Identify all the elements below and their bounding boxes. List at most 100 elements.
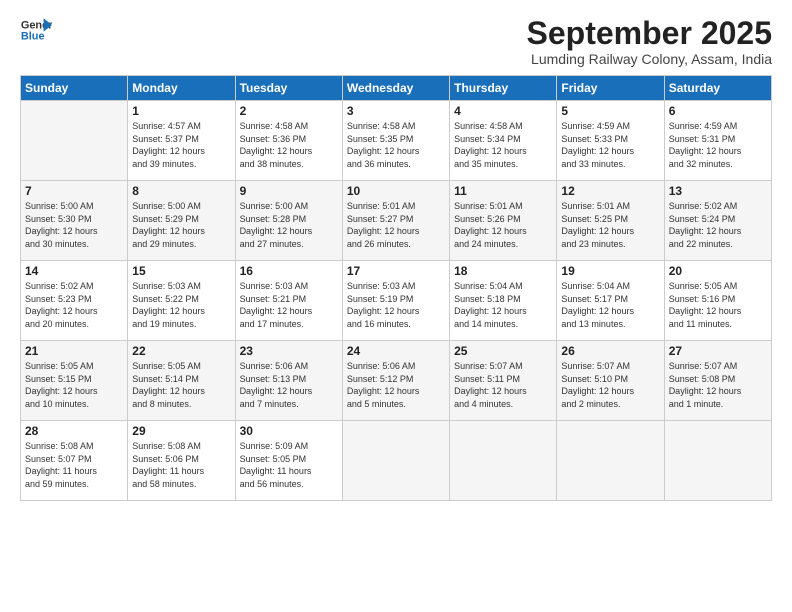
day-info: Sunrise: 5:07 AM Sunset: 5:08 PM Dayligh… [669, 360, 767, 410]
calendar-cell: 14 Sunrise: 5:02 AM Sunset: 5:23 PM Dayli… [21, 261, 128, 341]
day-info: Sunrise: 5:02 AM Sunset: 5:24 PM Dayligh… [669, 200, 767, 250]
calendar-week-row: 28Sunrise: 5:08 AM Sunset: 5:07 PM Dayli… [21, 421, 772, 501]
calendar-cell: 9Sunrise: 5:00 AM Sunset: 5:28 PM Daylig… [235, 181, 342, 261]
day-number: 11 [454, 184, 552, 198]
svg-text:Blue: Blue [21, 30, 45, 42]
month-title: September 2025 [527, 16, 772, 51]
day-info: Sunrise: 5:01 AM Sunset: 5:25 PM Dayligh… [561, 200, 659, 250]
calendar-cell: 15 Sunrise: 5:03 AM Sunset: 5:22 PM Dayli… [128, 261, 235, 341]
calendar-cell: 13 Sunrise: 5:02 AM Sunset: 5:24 PM Dayli… [664, 181, 771, 261]
day-info: Sunrise: 5:05 AM Sunset: 5:15 PM Dayligh… [25, 360, 123, 410]
day-number: 8 [132, 184, 230, 198]
day-number: 3 [347, 104, 445, 118]
day-number: 6 [669, 104, 767, 118]
day-number: 16 [240, 264, 338, 278]
day-number: 25 [454, 344, 552, 358]
day-number: 5 [561, 104, 659, 118]
day-info: Sunrise: 5:00 AM Sunset: 5:29 PM Dayligh… [132, 200, 230, 250]
day-info: Sunrise: 5:02 AM Sunset: 5:23 PM Dayligh… [25, 280, 123, 330]
calendar-cell: 4 Sunrise: 4:58 AM Sunset: 5:34 PM Daylig… [450, 101, 557, 181]
calendar-week-row: 14 Sunrise: 5:02 AM Sunset: 5:23 PM Dayli… [21, 261, 772, 341]
day-info: Sunrise: 5:03 AM Sunset: 5:19 PM Dayligh… [347, 280, 445, 330]
day-info: Sunrise: 5:00 AM Sunset: 5:30 PM Dayligh… [25, 200, 123, 250]
header-day: Sunday [21, 76, 128, 101]
calendar-cell: 20Sunrise: 5:05 AM Sunset: 5:16 PM Dayli… [664, 261, 771, 341]
calendar-cell: 28Sunrise: 5:08 AM Sunset: 5:07 PM Dayli… [21, 421, 128, 501]
calendar-cell: 25 Sunrise: 5:07 AM Sunset: 5:11 PM Dayli… [450, 341, 557, 421]
day-number: 29 [132, 424, 230, 438]
day-number: 1 [132, 104, 230, 118]
calendar-cell: 22 Sunrise: 5:05 AM Sunset: 5:14 PM Dayli… [128, 341, 235, 421]
day-info: Sunrise: 4:59 AM Sunset: 5:33 PM Dayligh… [561, 120, 659, 170]
calendar-cell: 16 Sunrise: 5:03 AM Sunset: 5:21 PM Dayli… [235, 261, 342, 341]
day-number: 9 [240, 184, 338, 198]
day-number: 30 [240, 424, 338, 438]
calendar-cell [450, 421, 557, 501]
logo-icon: General Blue [20, 16, 52, 44]
header-day: Friday [557, 76, 664, 101]
header-row: SundayMondayTuesdayWednesdayThursdayFrid… [21, 76, 772, 101]
calendar-table: SundayMondayTuesdayWednesdayThursdayFrid… [20, 75, 772, 501]
day-number: 22 [132, 344, 230, 358]
day-number: 24 [347, 344, 445, 358]
calendar-cell: 19Sunrise: 5:04 AM Sunset: 5:17 PM Dayli… [557, 261, 664, 341]
day-number: 2 [240, 104, 338, 118]
day-info: Sunrise: 5:07 AM Sunset: 5:10 PM Dayligh… [561, 360, 659, 410]
day-info: Sunrise: 5:06 AM Sunset: 5:13 PM Dayligh… [240, 360, 338, 410]
day-number: 26 [561, 344, 659, 358]
calendar-cell: 24 Sunrise: 5:06 AM Sunset: 5:12 PM Dayli… [342, 341, 449, 421]
day-info: Sunrise: 5:04 AM Sunset: 5:18 PM Dayligh… [454, 280, 552, 330]
header-day: Thursday [450, 76, 557, 101]
calendar-cell: 27Sunrise: 5:07 AM Sunset: 5:08 PM Dayli… [664, 341, 771, 421]
calendar-cell [21, 101, 128, 181]
header-day: Tuesday [235, 76, 342, 101]
day-number: 15 [132, 264, 230, 278]
day-number: 13 [669, 184, 767, 198]
day-info: Sunrise: 5:05 AM Sunset: 5:14 PM Dayligh… [132, 360, 230, 410]
calendar-cell: 3Sunrise: 4:58 AM Sunset: 5:35 PM Daylig… [342, 101, 449, 181]
day-number: 7 [25, 184, 123, 198]
title-block: September 2025 Lumding Railway Colony, A… [527, 16, 772, 67]
day-info: Sunrise: 5:09 AM Sunset: 5:05 PM Dayligh… [240, 440, 338, 490]
day-info: Sunrise: 5:03 AM Sunset: 5:21 PM Dayligh… [240, 280, 338, 330]
calendar-cell: 2 Sunrise: 4:58 AM Sunset: 5:36 PM Daylig… [235, 101, 342, 181]
day-info: Sunrise: 5:01 AM Sunset: 5:26 PM Dayligh… [454, 200, 552, 250]
calendar-cell: 17 Sunrise: 5:03 AM Sunset: 5:19 PM Dayli… [342, 261, 449, 341]
calendar-cell: 6 Sunrise: 4:59 AM Sunset: 5:31 PM Daylig… [664, 101, 771, 181]
calendar-cell: 18Sunrise: 5:04 AM Sunset: 5:18 PM Dayli… [450, 261, 557, 341]
day-info: Sunrise: 5:05 AM Sunset: 5:16 PM Dayligh… [669, 280, 767, 330]
calendar-week-row: 21 Sunrise: 5:05 AM Sunset: 5:15 PM Dayli… [21, 341, 772, 421]
calendar-cell: 12Sunrise: 5:01 AM Sunset: 5:25 PM Dayli… [557, 181, 664, 261]
day-number: 23 [240, 344, 338, 358]
day-info: Sunrise: 5:06 AM Sunset: 5:12 PM Dayligh… [347, 360, 445, 410]
day-info: Sunrise: 4:58 AM Sunset: 5:34 PM Dayligh… [454, 120, 552, 170]
header-day: Saturday [664, 76, 771, 101]
day-number: 10 [347, 184, 445, 198]
day-info: Sunrise: 5:03 AM Sunset: 5:22 PM Dayligh… [132, 280, 230, 330]
calendar-cell: 10Sunrise: 5:01 AM Sunset: 5:27 PM Dayli… [342, 181, 449, 261]
day-number: 28 [25, 424, 123, 438]
calendar-cell: 21 Sunrise: 5:05 AM Sunset: 5:15 PM Dayli… [21, 341, 128, 421]
header-day: Wednesday [342, 76, 449, 101]
day-number: 14 [25, 264, 123, 278]
day-number: 17 [347, 264, 445, 278]
day-info: Sunrise: 5:08 AM Sunset: 5:06 PM Dayligh… [132, 440, 230, 490]
calendar-cell: 7 Sunrise: 5:00 AM Sunset: 5:30 PM Daylig… [21, 181, 128, 261]
day-info: Sunrise: 4:57 AM Sunset: 5:37 PM Dayligh… [132, 120, 230, 170]
header-day: Monday [128, 76, 235, 101]
day-info: Sunrise: 4:59 AM Sunset: 5:31 PM Dayligh… [669, 120, 767, 170]
calendar-cell: 23 Sunrise: 5:06 AM Sunset: 5:13 PM Dayli… [235, 341, 342, 421]
calendar-cell: 26 Sunrise: 5:07 AM Sunset: 5:10 PM Dayli… [557, 341, 664, 421]
day-number: 21 [25, 344, 123, 358]
day-info: Sunrise: 5:07 AM Sunset: 5:11 PM Dayligh… [454, 360, 552, 410]
calendar-cell: 29 Sunrise: 5:08 AM Sunset: 5:06 PM Dayli… [128, 421, 235, 501]
day-number: 4 [454, 104, 552, 118]
calendar-cell: 8 Sunrise: 5:00 AM Sunset: 5:29 PM Daylig… [128, 181, 235, 261]
day-info: Sunrise: 4:58 AM Sunset: 5:36 PM Dayligh… [240, 120, 338, 170]
calendar-cell: 1 Sunrise: 4:57 AM Sunset: 5:37 PM Daylig… [128, 101, 235, 181]
calendar-cell: 11 Sunrise: 5:01 AM Sunset: 5:26 PM Dayli… [450, 181, 557, 261]
calendar-cell: 30 Sunrise: 5:09 AM Sunset: 5:05 PM Dayli… [235, 421, 342, 501]
calendar-week-row: 7 Sunrise: 5:00 AM Sunset: 5:30 PM Daylig… [21, 181, 772, 261]
subtitle: Lumding Railway Colony, Assam, India [527, 51, 772, 67]
calendar-cell [664, 421, 771, 501]
